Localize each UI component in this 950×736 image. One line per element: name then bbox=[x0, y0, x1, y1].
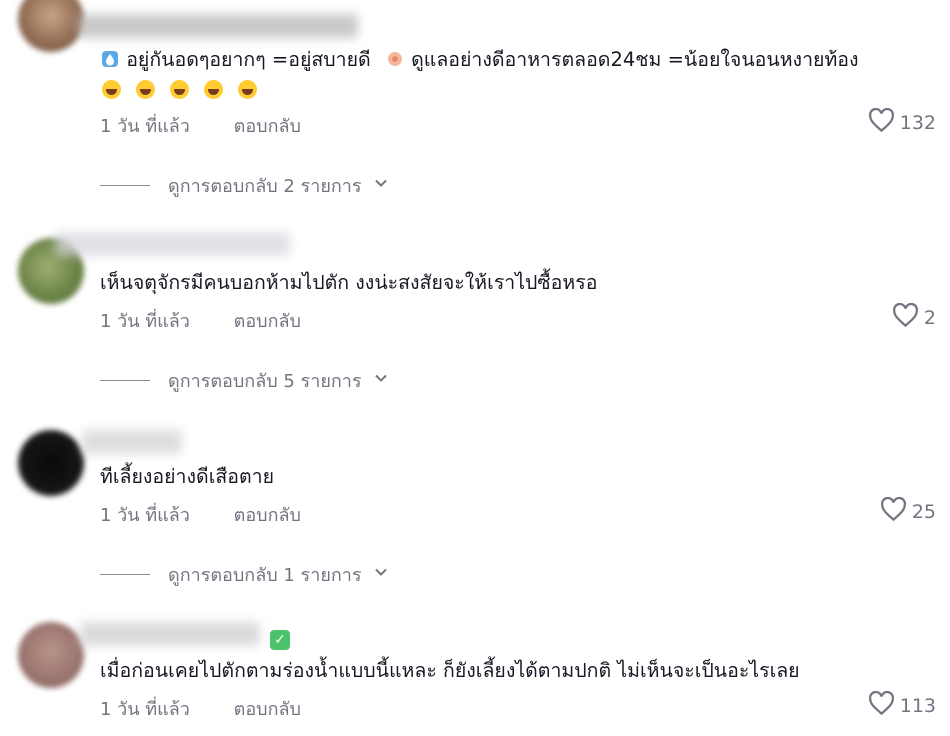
divider-line bbox=[100, 573, 150, 576]
like-count: 132 bbox=[899, 112, 936, 134]
view-replies-label: ดูการตอบกลับ 5 รายการ bbox=[168, 371, 362, 392]
like-count: 25 bbox=[911, 501, 936, 523]
comment-text: เมื่อก่อนเคยไปตักตามร่องน้ำแบบนี้แหละ ก็… bbox=[100, 659, 800, 682]
check-box-icon: ✓ bbox=[270, 630, 290, 650]
username-blurred[interactable] bbox=[82, 430, 182, 454]
chevron-down-icon bbox=[362, 563, 390, 586]
water-drop-icon bbox=[100, 48, 120, 78]
chevron-down-icon bbox=[362, 369, 390, 392]
like-button[interactable]: 25 bbox=[880, 496, 936, 527]
comment-text-part-2: ดูแลอย่างดีอาหารตลอด24ชม =น้อยใจนอนหงายท… bbox=[411, 48, 859, 71]
avatar[interactable] bbox=[18, 430, 84, 496]
comment-text: ทีเลี้ยงอย่างดีเสือตาย bbox=[100, 465, 275, 488]
laughing-crying-emoji-icon bbox=[238, 80, 258, 99]
laughing-crying-emoji-icon bbox=[170, 80, 190, 99]
avatar[interactable] bbox=[18, 622, 84, 688]
timestamp: 1 วัน ที่แล้ว bbox=[100, 311, 190, 332]
username-blurred[interactable] bbox=[55, 232, 290, 256]
heart-icon bbox=[880, 496, 907, 527]
divider-line bbox=[100, 184, 150, 187]
view-replies-button[interactable]: ดูการตอบกลับ 2 รายการ bbox=[100, 171, 390, 200]
chevron-down-icon bbox=[362, 174, 390, 197]
reply-button[interactable]: ตอบกลับ bbox=[234, 306, 301, 335]
username-blurred[interactable] bbox=[80, 622, 260, 646]
heart-icon bbox=[868, 107, 895, 138]
view-replies-button[interactable]: ดูการตอบกลับ 1 รายการ bbox=[100, 560, 390, 589]
reply-button[interactable]: ตอบกลับ bbox=[234, 694, 301, 723]
view-replies-label: ดูการตอบกลับ 1 รายการ bbox=[168, 565, 362, 586]
like-count: 113 bbox=[899, 695, 936, 717]
heart-icon bbox=[868, 690, 895, 721]
heart-icon bbox=[892, 302, 919, 333]
laughing-crying-emoji-icon bbox=[102, 80, 121, 99]
comment-text-part-1: อยู่กันอดๆอยากๆ =อยู่สบายดี bbox=[126, 48, 371, 71]
like-button[interactable]: 2 bbox=[892, 302, 936, 333]
comment-meta: 1 วัน ที่แล้ว ตอบกลับ bbox=[100, 694, 301, 723]
reply-button[interactable]: ตอบกลับ bbox=[234, 111, 301, 140]
avatar[interactable] bbox=[18, 0, 84, 52]
comment-text: อยู่กันอดๆอยากๆ =อยู่สบายดี ดูแลอย่างดีอ… bbox=[100, 45, 920, 78]
comment-meta: 1 วัน ที่แล้ว ตอบกลับ bbox=[100, 111, 301, 140]
comment-meta: 1 วัน ที่แล้ว ตอบกลับ bbox=[100, 500, 301, 529]
like-button[interactable]: 132 bbox=[868, 107, 936, 138]
timestamp: 1 วัน ที่แล้ว bbox=[100, 505, 190, 526]
like-button[interactable]: 113 bbox=[868, 690, 936, 721]
timestamp: 1 วัน ที่แล้ว bbox=[100, 699, 190, 720]
timestamp: 1 วัน ที่แล้ว bbox=[100, 116, 190, 137]
divider-line bbox=[100, 379, 150, 382]
emoji-row bbox=[102, 80, 267, 100]
username-blurred[interactable] bbox=[78, 14, 358, 38]
reply-button[interactable]: ตอบกลับ bbox=[234, 500, 301, 529]
sparkle-hand-icon bbox=[385, 48, 405, 78]
view-replies-label: ดูการตอบกลับ 2 รายการ bbox=[168, 176, 362, 197]
laughing-crying-emoji-icon bbox=[204, 80, 224, 99]
laughing-crying-emoji-icon bbox=[136, 80, 156, 99]
comment-meta: 1 วัน ที่แล้ว ตอบกลับ bbox=[100, 306, 301, 335]
view-replies-button[interactable]: ดูการตอบกลับ 5 รายการ bbox=[100, 366, 390, 395]
comment-text: เห็นจตุจักรมีคนบอกห้ามไปตัก งงน่ะสงสัยจะ… bbox=[100, 271, 598, 294]
like-count: 2 bbox=[923, 307, 936, 329]
